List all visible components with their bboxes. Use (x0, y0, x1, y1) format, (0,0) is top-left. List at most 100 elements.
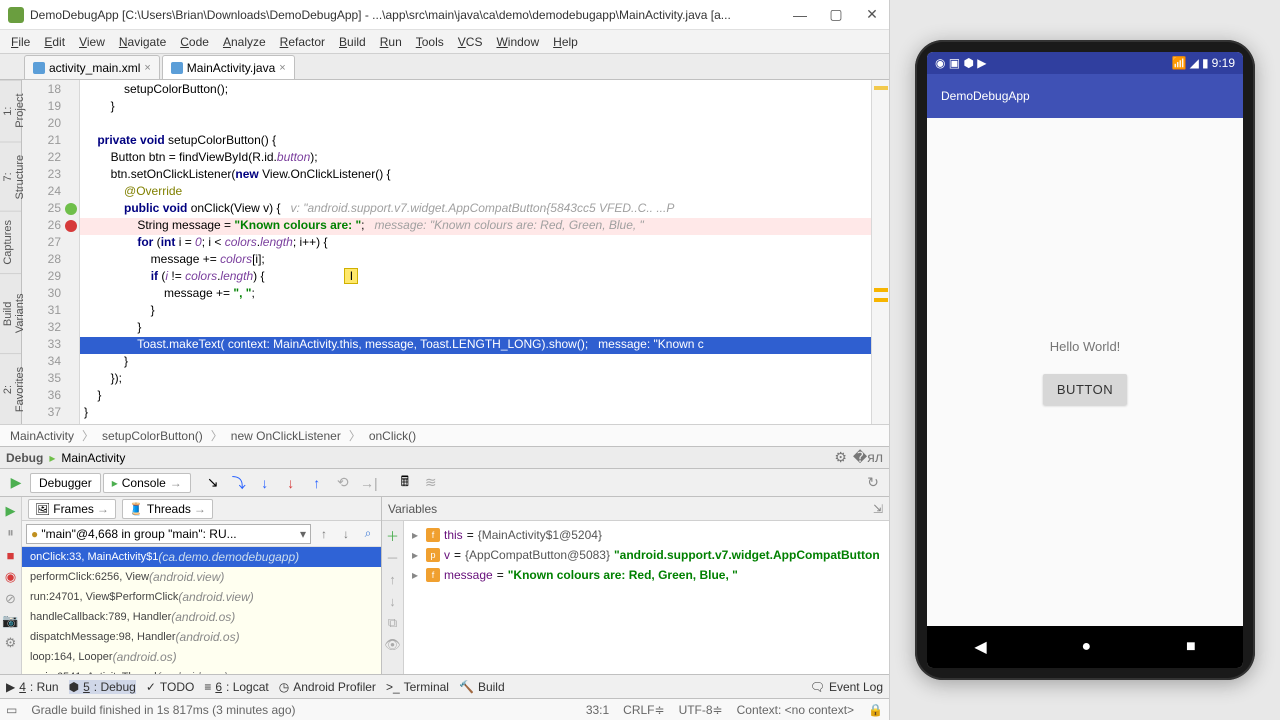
remove-watch-button[interactable]: － (383, 547, 403, 567)
clock: 9:19 (1212, 56, 1235, 70)
close-tab-icon[interactable]: × (144, 62, 150, 74)
variable-row[interactable]: ▸fthis = {MainActivity$1@5204} (408, 525, 885, 545)
event-log-button[interactable]: 🗨Event Log (810, 680, 883, 694)
breadcrumb-item[interactable]: new OnClickListener (227, 429, 345, 443)
expand-icon[interactable]: ▸ (412, 568, 422, 582)
menu-window[interactable]: Window (489, 35, 546, 49)
step-out-button[interactable]: ↑ (305, 472, 329, 494)
drop-frame-button[interactable]: ⟲ (331, 472, 355, 494)
frames-list[interactable]: onClick:33, MainActivity$1 (ca.demo.demo… (22, 547, 381, 674)
stack-frame[interactable]: onClick:33, MainActivity$1 (ca.demo.demo… (22, 547, 381, 567)
menu-refactor[interactable]: Refactor (273, 35, 332, 49)
file-tab[interactable]: activity_main.xml× (24, 55, 160, 79)
trace-button[interactable]: ≋ (419, 472, 443, 494)
new-watch-button[interactable]: ＋ (383, 525, 403, 545)
debug-tool-window-header: Debug ▸ MainActivity ⚙ �ял (0, 446, 889, 468)
run-to-cursor-button[interactable]: →| (357, 472, 381, 494)
console-tab[interactable]: ▸Console→ (103, 473, 191, 493)
minimize-button[interactable]: — (791, 6, 809, 24)
stack-frame[interactable]: run:24701, View$PerformClick (android.vi… (22, 587, 381, 607)
move-up-button[interactable]: ↑ (383, 569, 403, 589)
tool-tab[interactable]: Build Variants (0, 273, 21, 353)
step-into-button[interactable]: ↓ (253, 472, 277, 494)
menu-edit[interactable]: Edit (37, 35, 72, 49)
show-watches-button[interactable]: 👁 (383, 635, 403, 655)
stack-frame[interactable]: handleCallback:789, Handler (android.os) (22, 607, 381, 627)
tool-window-button[interactable]: ⬢5: Debug (69, 680, 136, 694)
variable-row[interactable]: ▸pv = {AppCompatButton@5083} "android.su… (408, 545, 885, 565)
breadcrumb-item[interactable]: MainActivity (6, 429, 78, 443)
show-execution-point-button[interactable]: ↘ (201, 472, 225, 494)
mute-breakpoints-button[interactable]: ⊘ (1, 589, 21, 609)
tool-window-button[interactable]: 🔨Build (459, 680, 505, 694)
tool-window-button[interactable]: ▶4: Run (6, 680, 59, 694)
app-icon (8, 7, 24, 23)
file-tab[interactable]: MainActivity.java× (162, 55, 295, 79)
recents-button[interactable]: ■ (1186, 638, 1196, 656)
menu-vcs[interactable]: VCS (451, 35, 490, 49)
stack-frame[interactable]: dispatchMessage:98, Handler (android.os) (22, 627, 381, 647)
home-button[interactable]: ● (1081, 638, 1091, 656)
pause-button[interactable]: ⏸ (1, 523, 21, 543)
maximize-button[interactable]: ▢ (827, 6, 845, 24)
demo-button[interactable]: BUTTON (1043, 374, 1127, 405)
expand-icon[interactable]: ▸ (412, 528, 422, 542)
stack-frame[interactable]: main:6541, ActivityThread (android.app) (22, 667, 381, 674)
stack-frame[interactable]: loop:164, Looper (android.os) (22, 647, 381, 667)
tool-window-button[interactable]: ◷Android Profiler (279, 680, 376, 694)
expand-icon[interactable]: ⇲ (873, 502, 883, 516)
code-editor[interactable]: setupColorButton(); } private void setup… (80, 80, 871, 424)
hide-icon[interactable]: �ял (853, 449, 883, 466)
tool-window-button[interactable]: >_Terminal (386, 680, 449, 694)
expand-icon[interactable]: ▸ (412, 548, 422, 562)
menu-file[interactable]: File (4, 35, 37, 49)
stack-frame[interactable]: performClick:6256, View (android.view) (22, 567, 381, 587)
menu-tools[interactable]: Tools (409, 35, 451, 49)
status-bar: ▭ Gradle build finished in 1s 817ms (3 m… (0, 698, 889, 720)
settings-icon[interactable]: ⚙ (834, 449, 847, 466)
filter-frames-button[interactable]: ⌕ (359, 525, 377, 543)
close-button[interactable]: ✕ (863, 6, 881, 24)
breadcrumb-item[interactable]: onClick() (365, 429, 420, 443)
lock-icon[interactable]: 🔒 (868, 703, 883, 717)
tool-tab[interactable]: Captures (0, 211, 21, 273)
close-tab-icon[interactable]: × (279, 62, 285, 74)
file-encoding[interactable]: UTF-8≑ (679, 703, 723, 717)
view-breakpoints-button[interactable]: ◉ (1, 567, 21, 587)
resume-button[interactable]: ▶ (1, 501, 21, 521)
rerun-button[interactable]: ▶ (4, 472, 28, 494)
copy-button[interactable]: ⧉ (383, 613, 403, 633)
debugger-tab[interactable]: Debugger (30, 473, 101, 493)
settings-button[interactable]: ⚙ (1, 633, 21, 653)
thread-selector[interactable]: ● "main"@4,668 in group "main": RU...▾ (26, 524, 311, 544)
menu-navigate[interactable]: Navigate (112, 35, 173, 49)
menu-analyze[interactable]: Analyze (216, 35, 273, 49)
battery-icon: ▮ (1202, 56, 1209, 70)
menu-build[interactable]: Build (332, 35, 373, 49)
get-thread-dump-button[interactable]: 📷 (1, 611, 21, 631)
back-button[interactable]: ◀ (974, 637, 986, 657)
line-separator[interactable]: CRLF≑ (623, 703, 664, 717)
breadcrumb-item[interactable]: setupColorButton() (98, 429, 207, 443)
menu-help[interactable]: Help (546, 35, 585, 49)
tool-tab[interactable]: 7: Structure (0, 141, 21, 211)
prev-frame-button[interactable]: ↑ (315, 525, 333, 543)
refresh-icon[interactable]: ↻ (861, 472, 885, 494)
variables-list[interactable]: ▸fthis = {MainActivity$1@5204}▸pv = {App… (404, 521, 889, 674)
frames-tab[interactable]: 🖼Frames→ (28, 499, 116, 519)
stop-button[interactable]: ■ (1, 545, 21, 565)
force-step-into-button[interactable]: ↓ (279, 472, 303, 494)
next-frame-button[interactable]: ↓ (337, 525, 355, 543)
move-down-button[interactable]: ↓ (383, 591, 403, 611)
menu-run[interactable]: Run (373, 35, 409, 49)
tool-tab[interactable]: 1: Project (0, 80, 21, 141)
variable-row[interactable]: ▸fmessage = "Known colours are: Red, Gre… (408, 565, 885, 585)
tool-window-button[interactable]: ✓TODO (146, 680, 195, 694)
step-over-button[interactable]: ⤵ (227, 472, 251, 494)
evaluate-expression-button[interactable]: 🖩 (393, 472, 417, 494)
tool-window-button[interactable]: ≡6: Logcat (204, 680, 268, 694)
tool-tab[interactable]: 2: Favorites (0, 353, 21, 424)
menu-view[interactable]: View (72, 35, 112, 49)
menu-code[interactable]: Code (173, 35, 216, 49)
threads-tab[interactable]: 🧵Threads→ (122, 499, 213, 519)
